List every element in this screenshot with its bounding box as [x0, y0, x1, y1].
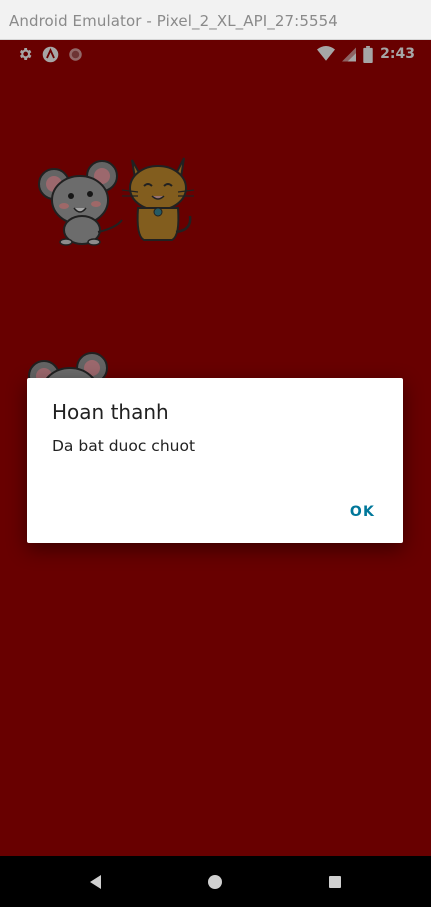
window-title: Android Emulator - Pixel_2_XL_API_27:555… — [9, 12, 338, 30]
device-screen[interactable]: 2:43 Hoan thanh Da bat duoc chuot OK — [0, 40, 431, 856]
dialog-title: Hoan thanh — [52, 400, 169, 424]
emulator-title-bar: Android Emulator - Pixel_2_XL_API_27:555… — [0, 0, 431, 40]
home-icon[interactable] — [205, 872, 225, 892]
dialog-message: Da bat duoc chuot — [52, 437, 196, 455]
navigation-bar — [0, 856, 431, 907]
ok-button[interactable]: OK — [340, 496, 385, 528]
back-icon[interactable] — [86, 872, 106, 892]
recents-icon[interactable] — [325, 872, 345, 892]
alert-dialog: Hoan thanh Da bat duoc chuot OK — [27, 378, 403, 543]
